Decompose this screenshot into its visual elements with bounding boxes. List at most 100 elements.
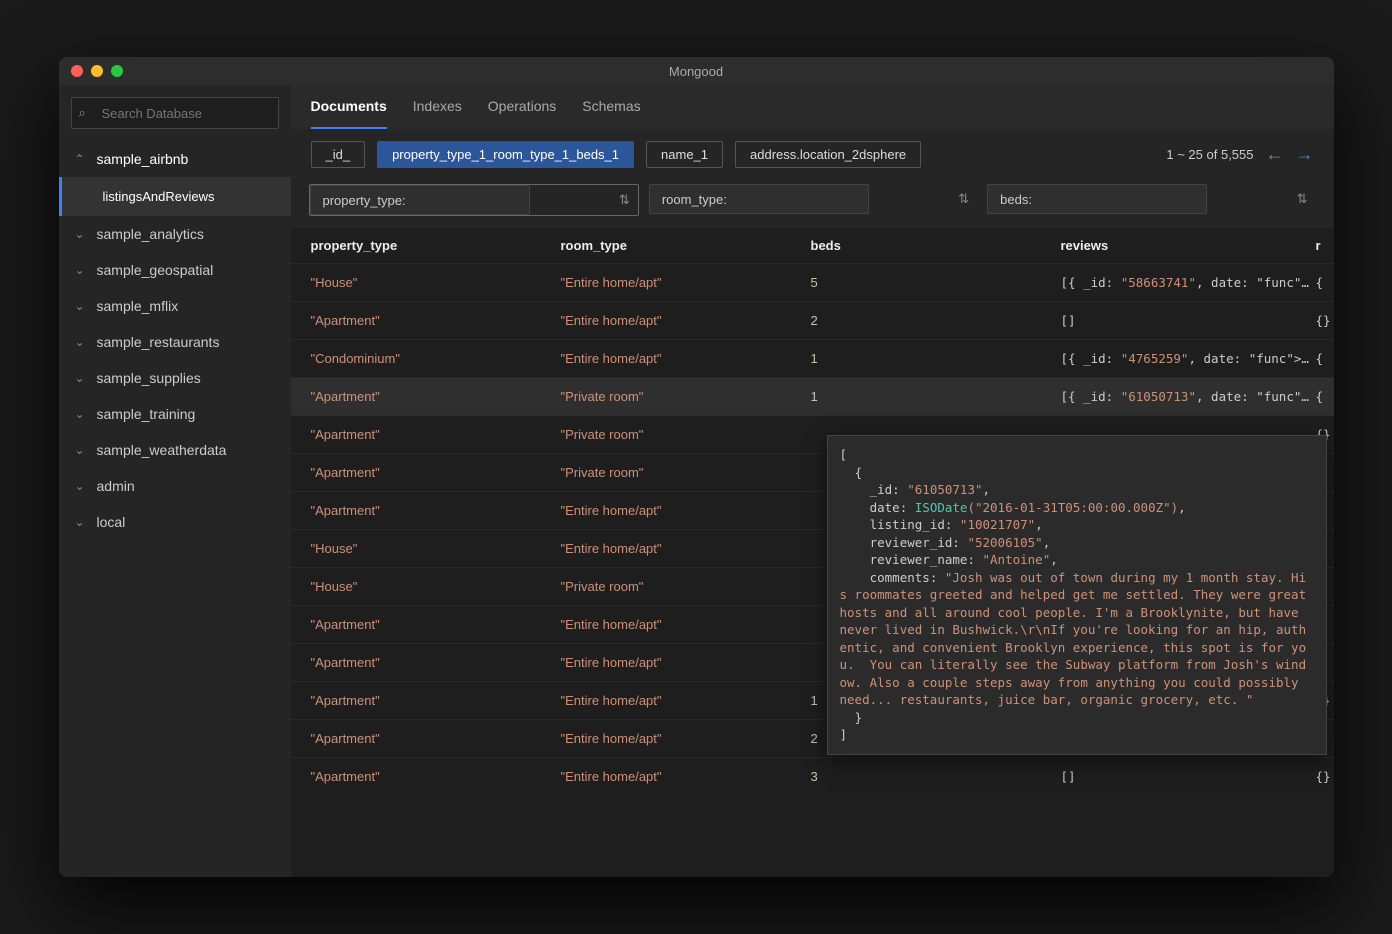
cell-property-type: "Apartment"	[311, 465, 561, 480]
cell-property-type: "Apartment"	[311, 427, 561, 442]
next-page-button[interactable]: →	[1296, 144, 1314, 165]
tabs: Documents Indexes Operations Schemas	[291, 85, 1334, 129]
maximize-icon[interactable]	[111, 65, 123, 77]
index-chip[interactable]: property_type_1_room_type_1_beds_1	[377, 141, 634, 168]
sidebar-db-local[interactable]: ⌄local	[59, 504, 291, 540]
sidebar-db-sample_weatherdata[interactable]: ⌄sample_weatherdata	[59, 432, 291, 468]
tab-documents[interactable]: Documents	[311, 85, 387, 129]
close-icon[interactable]	[71, 65, 83, 77]
cell-room-type: "Entire home/apt"	[561, 693, 811, 708]
pager-text: 1 ~ 25 of 5,555	[1166, 147, 1253, 162]
filter-input[interactable]	[987, 184, 1207, 214]
window-title: Mongood	[669, 64, 723, 79]
app-window: Mongood ⌕ ⌃ sample_airbnb listingsAndRevie…	[59, 57, 1334, 877]
cell-room-type: "Entire home/apt"	[561, 769, 811, 784]
minimize-icon[interactable]	[91, 65, 103, 77]
table-row[interactable]: "Condominium""Entire home/apt"1[{ _id: "…	[291, 339, 1334, 377]
sidebar-db-sample_airbnb[interactable]: ⌃ sample_airbnb	[59, 141, 291, 177]
table-row[interactable]: "Apartment""Entire home/apt"3[]{}	[291, 757, 1334, 795]
cell-room-type: "Entire home/apt"	[561, 275, 811, 290]
cell-beds: 5	[811, 275, 1061, 290]
db-label: sample_analytics	[97, 226, 204, 242]
cell-room-type: "Entire home/apt"	[561, 503, 811, 518]
cell-room-type: "Private room"	[561, 579, 811, 594]
sidebar-db-admin[interactable]: ⌄ admin	[59, 468, 291, 504]
table-row[interactable]: "Apartment""Private room"1[{ _id: "61050…	[291, 377, 1334, 415]
index-chip[interactable]: _id_	[311, 141, 366, 168]
column-header[interactable]: r	[1316, 238, 1334, 253]
db-label: sample_geospatial	[97, 262, 214, 278]
search-icon: ⌕	[79, 105, 86, 121]
cell-property-type: "Apartment"	[311, 313, 561, 328]
sort-icon[interactable]: ⇅	[619, 192, 630, 208]
cell-property-type: "House"	[311, 275, 561, 290]
cell-extra: {	[1316, 275, 1334, 290]
tab-indexes[interactable]: Indexes	[413, 85, 462, 129]
cell-reviews: []	[1061, 769, 1316, 784]
sidebar-collection-listingsAndReviews[interactable]: listingsAndReviews	[59, 177, 291, 216]
cell-property-type: "Condominium"	[311, 351, 561, 366]
cell-extra: {	[1316, 389, 1334, 404]
cell-room-type: "Entire home/apt"	[561, 617, 811, 632]
tab-operations[interactable]: Operations	[488, 85, 556, 129]
column-header[interactable]: reviews	[1061, 238, 1316, 253]
sidebar-db-sample_geospatial[interactable]: ⌄ sample_geospatial	[59, 252, 291, 288]
db-label: admin	[97, 478, 135, 494]
chevron-down-icon: ⌄	[75, 263, 87, 277]
index-chip[interactable]: address.location_2dsphere	[735, 141, 921, 168]
cell-extra: {}	[1316, 769, 1334, 784]
db-label: sample_training	[97, 406, 196, 422]
cell-room-type: "Private room"	[561, 389, 811, 404]
db-label: sample_restaurants	[97, 334, 220, 350]
chevron-down-icon: ⌄	[75, 407, 87, 421]
cell-reviews: [{ _id: "58663741", date: "func">ISODate…	[1061, 275, 1316, 290]
chevron-up-icon: ⌃	[75, 152, 87, 166]
cell-extra: {	[1316, 351, 1334, 366]
chevron-down-icon: ⌄	[75, 479, 87, 493]
pager: 1 ~ 25 of 5,555 ← →	[1166, 144, 1313, 165]
db-label: sample_supplies	[97, 370, 201, 386]
index-row: _id_ property_type_1_room_type_1_beds_1 na…	[291, 129, 1334, 180]
sidebar-db-sample_analytics[interactable]: ⌄sample_analytics	[59, 216, 291, 252]
cell-beds: 1	[811, 351, 1061, 366]
sort-icon[interactable]: ⇅	[958, 191, 969, 207]
cell-beds: 2	[811, 313, 1061, 328]
chevron-down-icon: ⌄	[75, 371, 87, 385]
sidebar-db-sample_mflix[interactable]: ⌄sample_mflix	[59, 288, 291, 324]
cell-beds: 3	[811, 769, 1061, 784]
sidebar-db-sample_training[interactable]: ⌄ sample_training	[59, 396, 291, 432]
json-tooltip: [ { _id: "61050713", date: ISODate("2016…	[827, 435, 1327, 755]
column-header[interactable]: room_type	[561, 238, 811, 253]
index-chip[interactable]: name_1	[646, 141, 723, 168]
table-row[interactable]: "Apartment""Entire home/apt"2[]{}	[291, 301, 1334, 339]
cell-reviews: [{ _id: "61050713", date: "func">ISODate…	[1061, 389, 1316, 404]
tab-schemas[interactable]: Schemas	[582, 85, 640, 129]
chevron-down-icon: ⌄	[75, 515, 87, 529]
cell-property-type: "Apartment"	[311, 769, 561, 784]
cell-property-type: "Apartment"	[311, 731, 561, 746]
cell-property-type: "Apartment"	[311, 389, 561, 404]
cell-property-type: "Apartment"	[311, 693, 561, 708]
column-header[interactable]: beds	[811, 238, 1061, 253]
filter-row: ⇅ ⇅ ⇅	[291, 180, 1334, 228]
cell-room-type: "Entire home/apt"	[561, 655, 811, 670]
cell-room-type: "Entire home/apt"	[561, 541, 811, 556]
filter-input[interactable]	[310, 185, 530, 215]
cell-property-type: "House"	[311, 541, 561, 556]
filter-input[interactable]	[649, 184, 869, 214]
cell-room-type: "Entire home/apt"	[561, 313, 811, 328]
cell-room-type: "Private room"	[561, 427, 811, 442]
search-input[interactable]	[71, 97, 279, 129]
sort-icon[interactable]: ⇅	[1297, 191, 1308, 207]
cell-property-type: "House"	[311, 579, 561, 594]
prev-page-button[interactable]: ←	[1266, 144, 1284, 165]
sidebar-db-sample_restaurants[interactable]: ⌄ sample_restaurants	[59, 324, 291, 360]
table-row[interactable]: "House""Entire home/apt"5[{ _id: "586637…	[291, 263, 1334, 301]
sidebar-db-sample_supplies[interactable]: ⌄ sample_supplies	[59, 360, 291, 396]
chevron-down-icon: ⌄	[75, 335, 87, 349]
column-header[interactable]: property_type	[311, 238, 561, 253]
db-label: sample_airbnb	[97, 151, 189, 167]
cell-reviews: [{ _id: "4765259", date: "func">ISODate(…	[1061, 351, 1316, 366]
cell-extra: {}	[1316, 313, 1334, 328]
cell-property-type: "Apartment"	[311, 503, 561, 518]
